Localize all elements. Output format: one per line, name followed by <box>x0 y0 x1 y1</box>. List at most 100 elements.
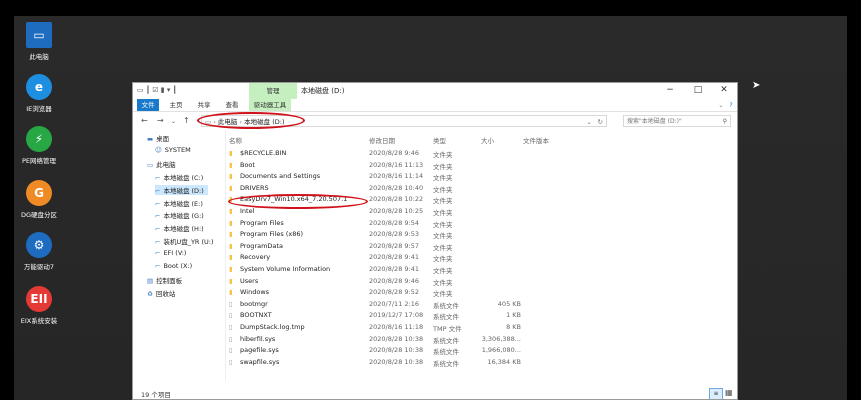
tab-home[interactable]: 主页 <box>165 99 187 111</box>
desktop-icon[interactable]: e IE浏览器 <box>18 74 60 113</box>
chevron-down-icon[interactable]: ⌄ <box>587 116 592 128</box>
nav-item-label: 此电脑 <box>156 160 176 169</box>
file-row[interactable]: ▮ $RECYCLE.BIN 2020/8/28 9:46 文件夹 <box>229 149 529 161</box>
file-type: 文件夹 <box>433 197 453 206</box>
file-row[interactable]: ▮ Recovery 2020/8/28 9:41 文件夹 <box>229 253 529 265</box>
file-row[interactable]: ▯ hiberfil.sys 2020/8/28 10:38 系统文件 3,306,38… <box>229 335 529 347</box>
nav-item[interactable]: ▤ 控制面板 <box>147 275 186 285</box>
folder-icon: ▮ <box>229 276 233 285</box>
file-row[interactable]: ▯ bootmgr 2020/7/11 2:16 系统文件 405 KB <box>229 300 529 312</box>
details-view-icon[interactable]: ≡ <box>709 388 723 399</box>
desktop-icon-label: DG硬盘分区 <box>20 211 58 219</box>
pane-divider[interactable] <box>225 131 226 381</box>
nav-item-label: 装机U盘_YR (U:) <box>163 238 214 247</box>
desktop-icon[interactable]: ⚡ PE网络管理 <box>18 126 60 165</box>
file-size: 1 KB <box>506 311 521 320</box>
maximize-button[interactable]: □ <box>689 85 707 95</box>
nav-item[interactable]: ⌐ 本地磁盘 (H:) <box>155 223 208 233</box>
desktop-icon[interactable]: ⚙ 万能驱动7 <box>18 232 60 271</box>
desktop-icon[interactable]: ▭ 此电脑 <box>18 22 60 61</box>
file-row[interactable]: ▯ BOOTNXT 2019/12/7 17:08 系统文件 1 KB <box>229 311 529 323</box>
back-button[interactable]: ← <box>141 116 148 125</box>
tab-view[interactable]: 查看 <box>221 99 243 111</box>
nav-item[interactable]: ⌐ 本地磁盘 (D:) <box>155 184 208 195</box>
folder-icon: ▮ <box>229 172 233 181</box>
file-date: 2020/8/28 10:22 <box>369 195 424 204</box>
tab-file[interactable]: 文件 <box>137 99 159 111</box>
file-row[interactable]: ▮ Intel 2020/8/28 10:25 文件夹 <box>229 207 529 219</box>
help-icon[interactable]: ? <box>727 99 735 111</box>
nav-item[interactable]: ▬ 桌面 <box>147 133 173 143</box>
context-tab-manage[interactable]: 管理 <box>249 83 297 99</box>
eix-icon: EII <box>26 286 52 312</box>
folder-icon: ▮ <box>229 160 233 169</box>
folder-blue-icon: ▬ <box>147 135 154 143</box>
folder-icon: ▮ <box>229 218 233 227</box>
file-row[interactable]: ▮ Documents and Settings 2020/8/16 11:14 文件… <box>229 172 529 184</box>
control-panel-icon: ▤ <box>147 276 154 285</box>
nav-item[interactable]: ▭ 此电脑 <box>147 159 180 169</box>
file-size: 405 KB <box>497 299 521 308</box>
nav-item[interactable]: ⌐ 本地磁盘 (G:) <box>155 210 208 220</box>
refresh-icon[interactable]: ↻ <box>598 116 603 128</box>
drive-icon: ⌐ <box>155 249 161 258</box>
minimize-button[interactable]: − <box>661 85 679 95</box>
status-item-count: 19 个项目 <box>141 391 171 399</box>
window-title: 本地磁盘 (D:) <box>301 87 345 95</box>
file-row[interactable]: ▮ Program Files 2020/8/28 9:54 文件夹 <box>229 219 529 231</box>
nav-item[interactable]: ⌐ 装机U盘_YR (U:) <box>155 236 218 246</box>
file-name: $RECYCLE.BIN <box>240 149 287 157</box>
drive-icon: ⌐ <box>155 238 161 247</box>
file-row[interactable]: ▯ pagefile.sys 2020/8/28 10:38 系统文件 1,966,08… <box>229 346 529 358</box>
file-size: 16,384 KB <box>487 357 521 366</box>
file-icon: ▯ <box>229 346 233 355</box>
file-row[interactable]: ▮ System Volume Information 2020/8/28 9:41… <box>229 265 529 277</box>
computer-icon: ▭ <box>147 160 154 169</box>
tab-share[interactable]: 共享 <box>193 99 215 111</box>
folder-icon: ▮ <box>229 288 233 297</box>
file-row[interactable]: ▮ ProgramData 2020/8/28 9:57 文件夹 <box>229 242 529 254</box>
folder-icon: ▮ <box>229 253 233 262</box>
nav-item[interactable]: ♻ 回收站 <box>147 288 179 298</box>
nav-item-label: 回收站 <box>155 289 176 298</box>
large-icons-view-icon[interactable]: ▦ <box>725 388 733 397</box>
file-row[interactable]: ▯ swapfile.sys 2020/8/28 10:38 系统文件 16,384 K… <box>229 358 529 370</box>
close-button[interactable]: ✕ <box>715 85 733 95</box>
file-row[interactable]: ▮ Users 2020/8/28 9:46 文件夹 <box>229 277 529 289</box>
file-row[interactable]: ▯ DumpStack.log.tmp 2020/8/16 11:18 TMP 文件 8… <box>229 323 529 335</box>
nav-item[interactable]: ⌐ EFI (V:) <box>155 249 190 257</box>
column-header-type[interactable]: 类型 <box>433 135 446 145</box>
up-button[interactable]: ↑ <box>183 116 190 125</box>
forward-button[interactable]: → <box>157 116 164 125</box>
search-input[interactable]: 搜索"本地磁盘 (D:)" ⚲ <box>623 115 731 127</box>
nav-item[interactable]: ⌐ 本地磁盘 (E:) <box>155 198 207 208</box>
recent-dropdown-icon[interactable]: ⌄ <box>171 118 176 125</box>
file-icon: ▯ <box>229 311 233 320</box>
file-type: 文件夹 <box>433 232 453 241</box>
file-date: 2020/8/16 11:18 <box>369 323 424 331</box>
file-name: pagefile.sys <box>240 346 279 355</box>
quick-access-toolbar[interactable]: ▭ ┃ ☑ ▮ ▾ ┃ <box>137 86 177 94</box>
file-name: Recovery <box>240 253 271 262</box>
column-header-date[interactable]: 修改日期 <box>369 135 395 145</box>
nav-item-label: EFI (V:) <box>163 249 187 258</box>
collapse-ribbon-icon[interactable]: ⌄ <box>717 99 725 111</box>
column-header-size[interactable]: 大小 <box>481 135 494 145</box>
desktop-icon[interactable]: EII EIX系统安装 <box>18 286 60 325</box>
nav-item-label: 本地磁盘 (C:) <box>163 173 204 182</box>
nav-item[interactable]: ⌐ Boot (X:) <box>155 262 196 270</box>
column-header-name[interactable]: 名称 <box>229 135 242 145</box>
file-row[interactable]: ▮ Program Files (x86) 2020/8/28 9:53 文件夹 <box>229 230 529 242</box>
file-row[interactable]: ▮ Windows 2020/8/28 9:52 文件夹 <box>229 288 529 300</box>
file-row[interactable]: ▮ Boot 2020/8/16 11:13 文件夹 <box>229 161 529 173</box>
network-icon: ⚡ <box>26 126 52 152</box>
desktop-icon[interactable]: G DG硬盘分区 <box>18 180 60 219</box>
nav-item-label: 控制面板 <box>156 276 183 285</box>
nav-item[interactable]: ⌐ 本地磁盘 (C:) <box>155 172 207 182</box>
search-icon: ⚲ <box>722 118 727 125</box>
file-name: Program Files <box>240 218 284 227</box>
file-date: 2020/8/16 11:13 <box>369 160 424 169</box>
nav-item[interactable]: ☺ SYSTEM <box>155 146 195 154</box>
tab-drive-tools[interactable]: 驱动器工具 <box>249 99 291 111</box>
column-header-version[interactable]: 文件版本 <box>523 135 549 145</box>
